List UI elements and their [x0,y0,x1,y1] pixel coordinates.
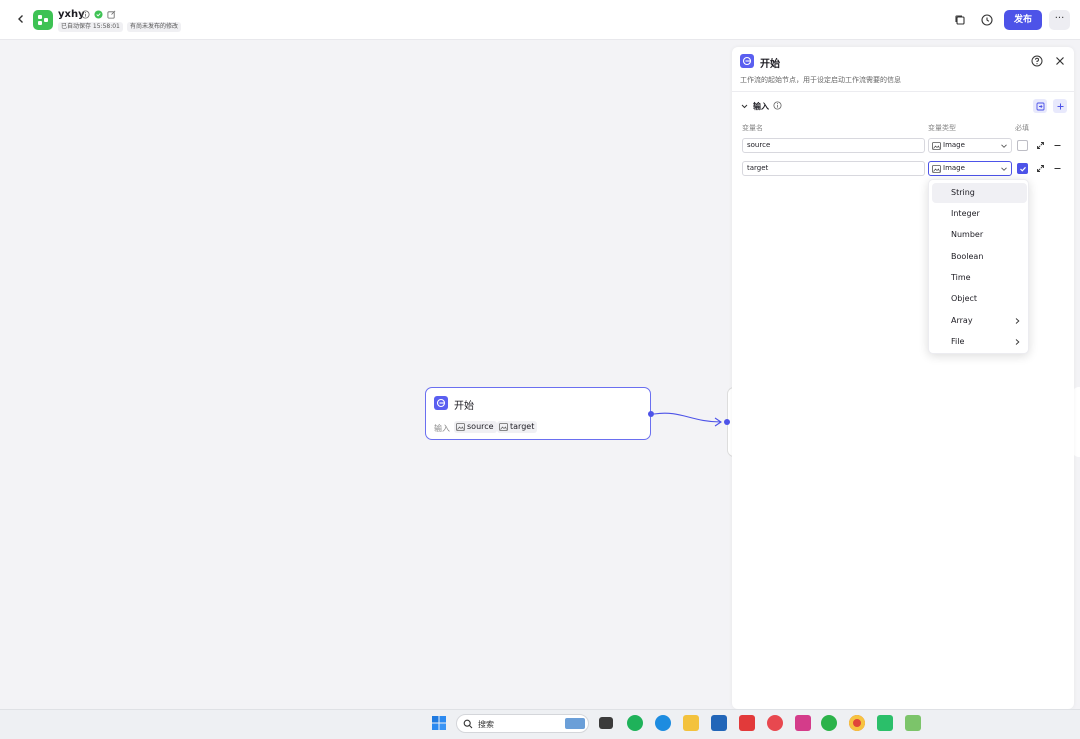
divider [732,91,1074,92]
published-check-icon [94,10,103,19]
add-variable-button[interactable] [1053,99,1067,113]
type-option-number[interactable]: Number [932,225,1027,245]
panel-description: 工作流的起始节点，用于设定启动工作流需要的信息 [740,76,901,84]
expand-icon[interactable] [1036,164,1045,173]
info-icon[interactable] [773,101,782,110]
variable-name-input[interactable]: source [742,138,925,153]
type-option-integer[interactable]: Integer [932,204,1027,224]
variable-name-input[interactable]: target [742,161,925,176]
jetbrains-icon[interactable] [795,715,811,731]
plus-icon [1057,103,1063,109]
search-icon [463,719,473,729]
check-icon [1019,166,1026,172]
wps-icon[interactable] [739,715,755,731]
image-icon [932,142,941,150]
start-node-title: 开始 [454,401,474,412]
remove-icon[interactable] [1053,141,1062,150]
type-option-time[interactable]: Time [932,268,1027,288]
image-icon [932,165,941,173]
edit-icon[interactable] [107,10,116,19]
type-option-boolean[interactable]: Boolean [932,247,1027,267]
more-button[interactable]: ··· [1049,10,1070,30]
app-icon[interactable] [767,715,783,731]
type-option-file[interactable]: File [932,332,1027,352]
image-icon [456,423,465,431]
required-checkbox[interactable] [1017,140,1028,151]
close-icon[interactable] [1054,55,1066,67]
expand-icon[interactable] [1036,141,1045,150]
node-variable-chip: target [497,421,538,433]
start-node-icon [434,396,448,410]
remove-icon[interactable] [1053,164,1062,173]
chevron-down-icon [1001,144,1007,148]
history-icon[interactable] [980,13,994,27]
column-header-name: 变量名 [742,124,763,132]
store-icon[interactable] [711,715,727,731]
column-header-type: 变量类型 [928,124,956,132]
start-node-icon [740,54,754,68]
wechat-icon[interactable] [821,715,837,731]
copy-icon[interactable] [953,13,967,27]
publish-button[interactable]: 发布 [1004,10,1042,30]
panel-title: 开始 [760,59,780,70]
chevron-right-icon [1015,339,1020,345]
type-dropdown: String Integer Number Boolean Time Objec… [928,179,1029,354]
variable-type-select[interactable]: Image [928,138,1012,153]
app-logo-icon [33,10,53,30]
node-variable-chip: source [454,421,497,433]
help-icon[interactable] [1031,55,1043,67]
node-config-panel: 开始 工作流的起始节点，用于设定启动工作流需要的信息 输入 变量名 变量类型 必… [732,47,1074,709]
back-icon[interactable] [14,12,28,26]
connection-edge [653,412,722,427]
top-header: yxhy 已自动保存 15:58:01 有尚未发布的修改 发布 ··· [0,0,1080,40]
chevron-down-icon [1001,167,1007,171]
chevron-down-icon[interactable] [740,102,749,111]
media-player-icon[interactable] [627,715,643,731]
variable-type-select[interactable]: Image [928,161,1012,176]
type-option-string[interactable]: String [932,183,1027,203]
image-icon [499,423,508,431]
unpublished-changes-badge: 有尚未发布的修改 [127,22,182,32]
node-input-label: 输入 [434,424,450,433]
type-option-object[interactable]: Object [932,289,1027,309]
edge-browser-icon[interactable] [655,715,671,731]
column-header-required: 必填 [1015,124,1029,132]
task-view-icon[interactable] [599,717,613,729]
info-icon[interactable] [81,10,90,19]
chrome-icon[interactable] [849,715,865,731]
chevron-right-icon [1015,318,1020,324]
import-button[interactable] [1033,99,1047,113]
start-node[interactable]: 开始 输入 source target [425,387,651,440]
search-highlight-icon [565,718,585,729]
file-explorer-icon[interactable] [683,715,699,731]
windows-start-icon[interactable] [431,715,447,731]
import-icon [1036,102,1044,110]
type-option-array[interactable]: Array [932,311,1027,331]
input-port[interactable] [724,419,730,425]
input-section-title: 输入 [753,102,769,111]
app-icon[interactable] [877,715,893,731]
image-viewer-icon[interactable] [905,715,921,731]
taskbar-search[interactable]: 搜索 [456,714,589,733]
autosave-status: 已自动保存 15:58:01 [58,22,123,32]
required-checkbox[interactable] [1017,163,1028,174]
